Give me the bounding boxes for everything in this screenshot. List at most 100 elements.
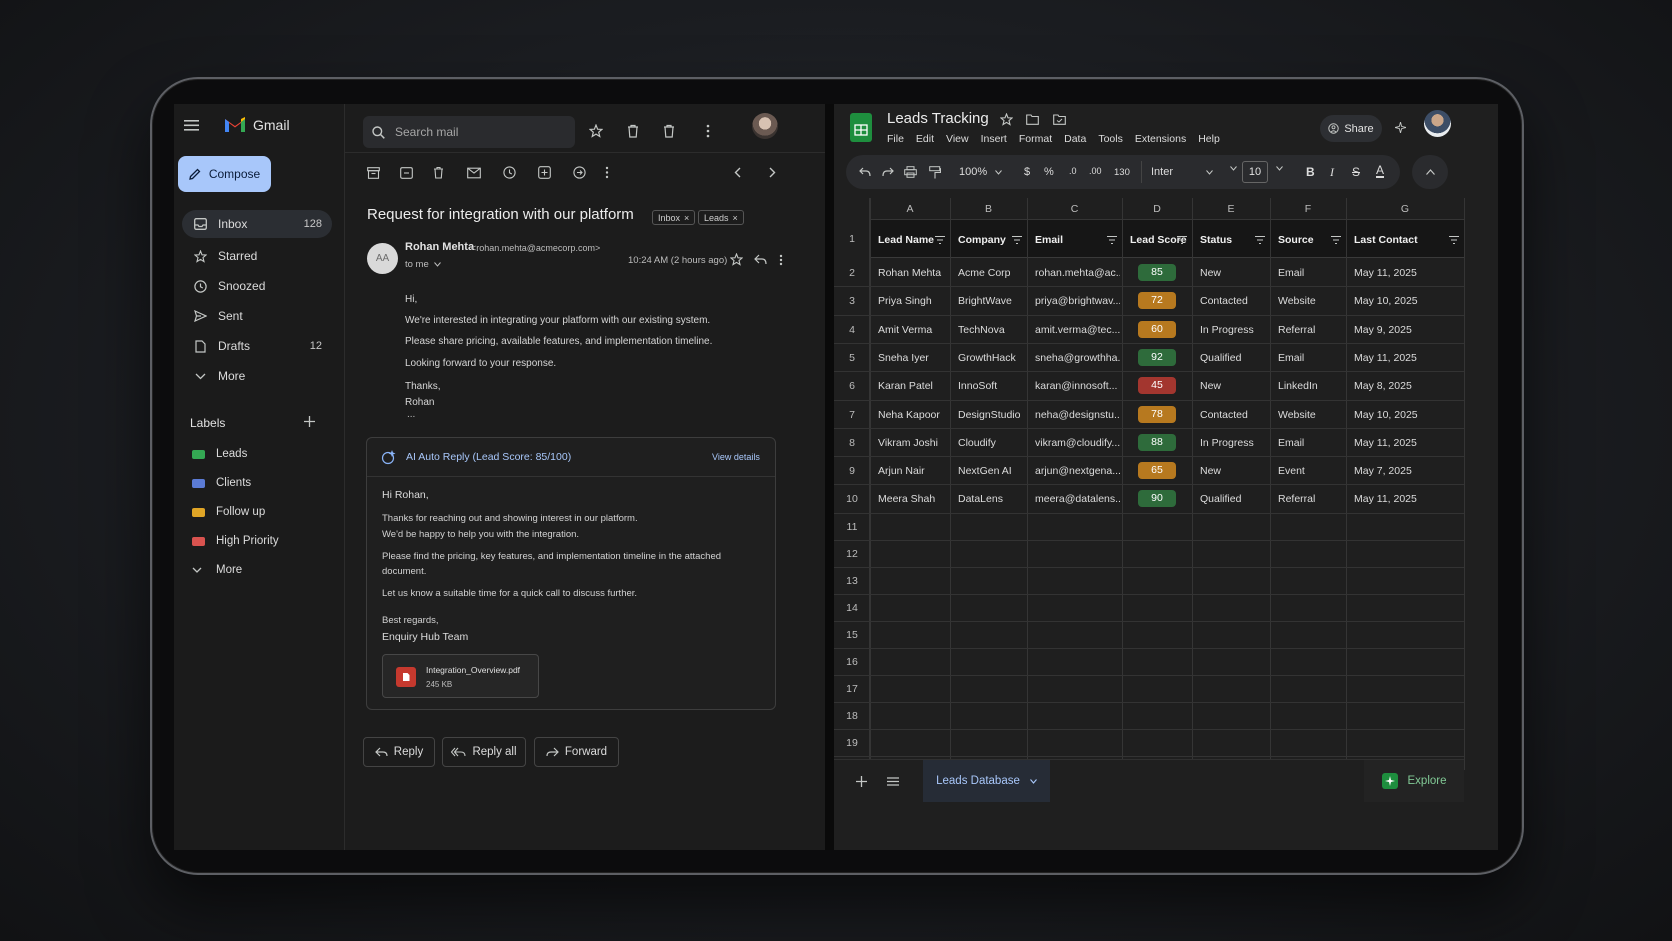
table-cell[interactable]: May 11, 2025 — [1354, 437, 1462, 449]
nav-item-drafts[interactable]: Drafts 12 — [182, 332, 332, 360]
table-cell[interactable]: Priya Singh — [878, 295, 948, 307]
column-header[interactable]: Last Contact — [1354, 234, 1418, 246]
filter-icon[interactable] — [1012, 236, 1022, 244]
table-cell[interactable]: May 11, 2025 — [1354, 352, 1462, 364]
compose-button[interactable]: Compose — [178, 156, 271, 192]
archive-icon[interactable] — [367, 167, 380, 179]
row-number[interactable]: 8 — [840, 437, 864, 449]
table-cell[interactable]: Referral — [1278, 324, 1344, 336]
menu-format[interactable]: Format — [1019, 133, 1052, 145]
filter-icon[interactable] — [935, 236, 945, 244]
nav-item-snoozed[interactable]: Snoozed — [182, 272, 332, 300]
table-cell[interactable]: TechNova — [958, 324, 1025, 336]
table-cell[interactable]: In Progress — [1200, 437, 1268, 449]
trash-icon[interactable] — [663, 124, 675, 138]
label-high-priority[interactable]: High Priority — [192, 531, 279, 551]
column-letter[interactable]: E — [1192, 203, 1270, 215]
menu-tools[interactable]: Tools — [1098, 133, 1123, 145]
table-cell[interactable]: NextGen AI — [958, 465, 1025, 477]
lead-score-badge[interactable]: 60 — [1138, 320, 1176, 338]
table-cell[interactable]: priya@brightwav... — [1035, 295, 1120, 307]
table-cell[interactable]: In Progress — [1200, 324, 1268, 336]
lead-score-badge[interactable]: 72 — [1138, 292, 1176, 310]
explore-button[interactable]: Explore — [1364, 760, 1464, 802]
table-cell[interactable]: vikram@cloudify... — [1035, 437, 1120, 449]
nav-item-sent[interactable]: Sent — [182, 302, 332, 330]
print-icon[interactable] — [904, 166, 917, 178]
doc-title[interactable]: Leads Tracking — [887, 110, 989, 127]
label-follow-up[interactable]: Follow up — [192, 502, 265, 522]
row-number[interactable]: 14 — [840, 602, 864, 614]
table-cell[interactable]: rohan.mehta@ac... — [1035, 267, 1120, 279]
table-cell[interactable]: New — [1200, 465, 1268, 477]
table-cell[interactable]: May 8, 2025 — [1354, 380, 1462, 392]
label-leads[interactable]: Leads — [192, 444, 247, 464]
row-number[interactable]: 2 — [840, 267, 864, 279]
redo-icon[interactable] — [882, 167, 894, 177]
table-cell[interactable]: Vikram Joshi — [878, 437, 948, 449]
table-cell[interactable]: LinkedIn — [1278, 380, 1344, 392]
avatar[interactable] — [1424, 110, 1451, 137]
row-number[interactable]: 10 — [840, 493, 864, 505]
forward-button[interactable]: Forward — [534, 737, 619, 767]
increase-font-size-icon[interactable] — [1276, 166, 1283, 171]
snooze-icon[interactable] — [503, 166, 516, 179]
cloud-status-icon[interactable] — [1053, 114, 1066, 125]
show-trimmed-button[interactable]: ... — [407, 409, 415, 420]
mark-unread-icon[interactable] — [467, 167, 481, 179]
table-cell[interactable]: New — [1200, 267, 1268, 279]
table-cell[interactable]: New — [1200, 380, 1268, 392]
table-cell[interactable]: May 11, 2025 — [1354, 493, 1462, 505]
table-cell[interactable]: Meera Shah — [878, 493, 948, 505]
reply-button[interactable]: Reply — [363, 737, 435, 767]
more-vert-icon[interactable] — [779, 254, 783, 266]
row-number[interactable]: 7 — [840, 409, 864, 421]
row-number[interactable]: 16 — [840, 656, 864, 668]
row-number[interactable]: 11 — [840, 521, 864, 533]
chip-inbox[interactable]: Inbox × — [652, 210, 696, 225]
share-button[interactable]: Share — [1320, 115, 1382, 142]
star-icon[interactable] — [730, 253, 743, 266]
column-letter[interactable]: F — [1270, 203, 1346, 215]
font-size-input[interactable]: 10 — [1242, 161, 1268, 183]
currency-button[interactable]: $ — [1024, 166, 1030, 178]
delete-icon[interactable] — [433, 166, 444, 179]
row-number[interactable]: 9 — [840, 465, 864, 477]
zoom-select[interactable]: 100% — [959, 166, 1003, 178]
column-header[interactable]: Email — [1035, 234, 1063, 246]
delete-icon[interactable] — [627, 124, 639, 138]
increase-decimal-button[interactable]: .00 — [1089, 166, 1102, 176]
all-sheets-icon[interactable] — [887, 777, 899, 786]
column-letter[interactable]: B — [950, 203, 1027, 215]
decrease-decimal-button[interactable]: .0 — [1069, 166, 1077, 176]
column-header[interactable]: Lead Name — [878, 234, 934, 246]
table-cell[interactable]: Sneha Iyer — [878, 352, 948, 364]
add-sheet-icon[interactable] — [856, 776, 867, 787]
to-me-dropdown[interactable]: to me — [405, 259, 441, 270]
column-letter[interactable]: A — [870, 203, 950, 215]
more-formats-button[interactable]: 130 — [1114, 167, 1130, 178]
lead-score-badge[interactable]: 92 — [1138, 348, 1176, 366]
table-cell[interactable]: Acme Corp — [958, 267, 1025, 279]
chip-leads[interactable]: Leads × — [698, 210, 744, 225]
menu-insert[interactable]: Insert — [981, 133, 1007, 145]
table-cell[interactable]: InnoSoft — [958, 380, 1025, 392]
nav-item-inbox[interactable]: Inbox 128 — [182, 210, 332, 238]
attachment-card[interactable]: Integration_Overview.pdf 245 KB — [382, 654, 539, 698]
table-cell[interactable]: Rohan Mehta — [878, 267, 948, 279]
decrease-font-size-icon[interactable] — [1230, 166, 1237, 171]
filter-icon[interactable] — [1107, 236, 1117, 244]
star-icon[interactable] — [589, 124, 603, 138]
undo-icon[interactable] — [859, 167, 871, 177]
spreadsheet-grid[interactable]: A B C D E F G Lead Name Company Email Lead Score St… — [834, 198, 1465, 770]
table-cell[interactable]: sneha@growthha... — [1035, 352, 1120, 364]
more-vert-icon[interactable] — [706, 124, 710, 138]
table-cell[interactable]: Event — [1278, 465, 1344, 477]
table-cell[interactable]: neha@designstu... — [1035, 409, 1120, 421]
filter-icon[interactable] — [1255, 236, 1265, 244]
paint-format-icon[interactable] — [929, 166, 941, 179]
column-letter[interactable]: G — [1346, 203, 1464, 215]
table-cell[interactable]: Neha Kapoor — [878, 409, 948, 421]
view-details-link[interactable]: View details — [712, 452, 760, 462]
report-icon[interactable] — [400, 167, 413, 179]
